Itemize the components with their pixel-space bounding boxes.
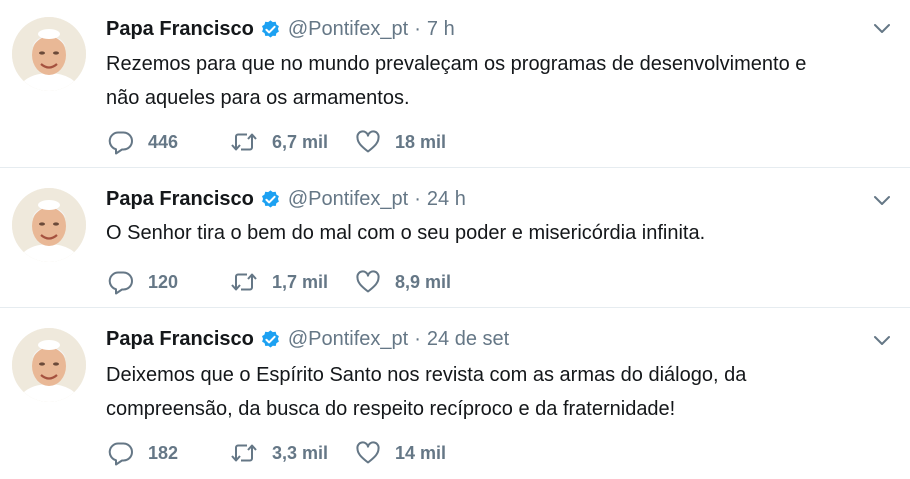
tweet-text: Deixemos que o Espírito Santo nos revist… bbox=[106, 358, 886, 426]
retweet-count: 3,3 mil bbox=[272, 442, 329, 463]
reply-count: 182 bbox=[148, 442, 179, 463]
retweet-icon bbox=[231, 133, 257, 151]
tweet-actions: 120 1,7 mil 8,9 mil bbox=[108, 269, 475, 295]
like-count: 8,9 mil bbox=[395, 271, 452, 292]
tweet-text: O Senhor tira o bem do mal com o seu pod… bbox=[106, 216, 886, 250]
retweet-button[interactable]: 6,7 mil bbox=[230, 129, 355, 155]
reply-icon bbox=[108, 131, 133, 155]
retweet-count: 6,7 mil bbox=[272, 131, 329, 152]
chevron-down-icon[interactable] bbox=[872, 22, 892, 36]
avatar[interactable] bbox=[12, 17, 86, 91]
retweet-icon bbox=[231, 273, 257, 291]
like-count: 14 mil bbox=[395, 442, 447, 463]
reply-count: 120 bbox=[148, 271, 179, 292]
author-name[interactable]: Papa Francisco bbox=[106, 188, 254, 211]
like-button[interactable]: 8,9 mil bbox=[355, 269, 475, 295]
timestamp[interactable]: 24 de set bbox=[427, 328, 509, 351]
tweet-text-line: Rezemos para que no mundo prevaleçam os … bbox=[106, 53, 807, 75]
reply-button[interactable]: 182 bbox=[108, 440, 230, 466]
heart-icon bbox=[356, 130, 380, 153]
tweet-actions: 182 3,3 mil 14 mil bbox=[108, 440, 475, 466]
reply-count: 446 bbox=[148, 131, 179, 152]
tweet-text-line: O Senhor tira o bem do mal com o seu pod… bbox=[106, 222, 706, 244]
tweet-header: Papa Francisco @Pontifex_pt · 7 h bbox=[106, 15, 455, 43]
retweet-icon bbox=[231, 444, 257, 462]
tweet-text-line: não aqueles para os armamentos. bbox=[106, 87, 410, 109]
like-button[interactable]: 18 mil bbox=[355, 129, 475, 155]
verified-badge-icon bbox=[260, 189, 281, 210]
tweet-text-line: compreensão, da busca do respeito recípr… bbox=[106, 398, 676, 420]
reply-icon bbox=[108, 271, 133, 295]
separator-dot: · bbox=[414, 17, 421, 40]
chevron-down-icon[interactable] bbox=[872, 194, 892, 208]
author-handle[interactable]: @Pontifex_pt bbox=[288, 18, 408, 41]
author-handle[interactable]: @Pontifex_pt bbox=[288, 328, 408, 351]
heart-icon bbox=[356, 441, 380, 464]
reply-button[interactable]: 120 bbox=[108, 269, 230, 295]
tweet-header: Papa Francisco @Pontifex_pt · 24 h bbox=[106, 185, 466, 213]
timestamp[interactable]: 24 h bbox=[427, 188, 466, 211]
avatar[interactable] bbox=[12, 188, 86, 262]
like-button[interactable]: 14 mil bbox=[355, 440, 475, 466]
separator-dot: · bbox=[414, 327, 421, 350]
tweet-feed: Papa Francisco @Pontifex_pt · 7 h Rezemo… bbox=[0, 0, 910, 479]
author-name[interactable]: Papa Francisco bbox=[106, 328, 254, 351]
tweet-text-line: Deixemos que o Espírito Santo nos revist… bbox=[106, 364, 747, 386]
separator-dot: · bbox=[414, 187, 421, 210]
avatar[interactable] bbox=[12, 328, 86, 402]
tweet-actions: 446 6,7 mil 18 mil bbox=[108, 129, 475, 155]
retweet-count: 1,7 mil bbox=[272, 271, 329, 292]
author-handle[interactable]: @Pontifex_pt bbox=[288, 188, 408, 211]
like-count: 18 mil bbox=[395, 131, 447, 152]
tweet[interactable]: Papa Francisco @Pontifex_pt · 24 de set … bbox=[0, 308, 910, 479]
retweet-button[interactable]: 3,3 mil bbox=[230, 440, 355, 466]
reply-button[interactable]: 446 bbox=[108, 129, 230, 155]
verified-badge-icon bbox=[260, 329, 281, 350]
reply-icon bbox=[108, 442, 133, 466]
verified-badge-icon bbox=[260, 19, 281, 40]
tweet[interactable]: Papa Francisco @Pontifex_pt · 24 h O Sen… bbox=[0, 168, 910, 308]
timestamp[interactable]: 7 h bbox=[427, 18, 455, 41]
tweet[interactable]: Papa Francisco @Pontifex_pt · 7 h Rezemo… bbox=[0, 0, 910, 168]
retweet-button[interactable]: 1,7 mil bbox=[230, 269, 355, 295]
heart-icon bbox=[356, 270, 380, 293]
tweet-text: Rezemos para que no mundo prevaleçam os … bbox=[106, 47, 886, 115]
author-name[interactable]: Papa Francisco bbox=[106, 18, 254, 41]
tweet-header: Papa Francisco @Pontifex_pt · 24 de set bbox=[106, 325, 509, 353]
chevron-down-icon[interactable] bbox=[872, 334, 892, 348]
